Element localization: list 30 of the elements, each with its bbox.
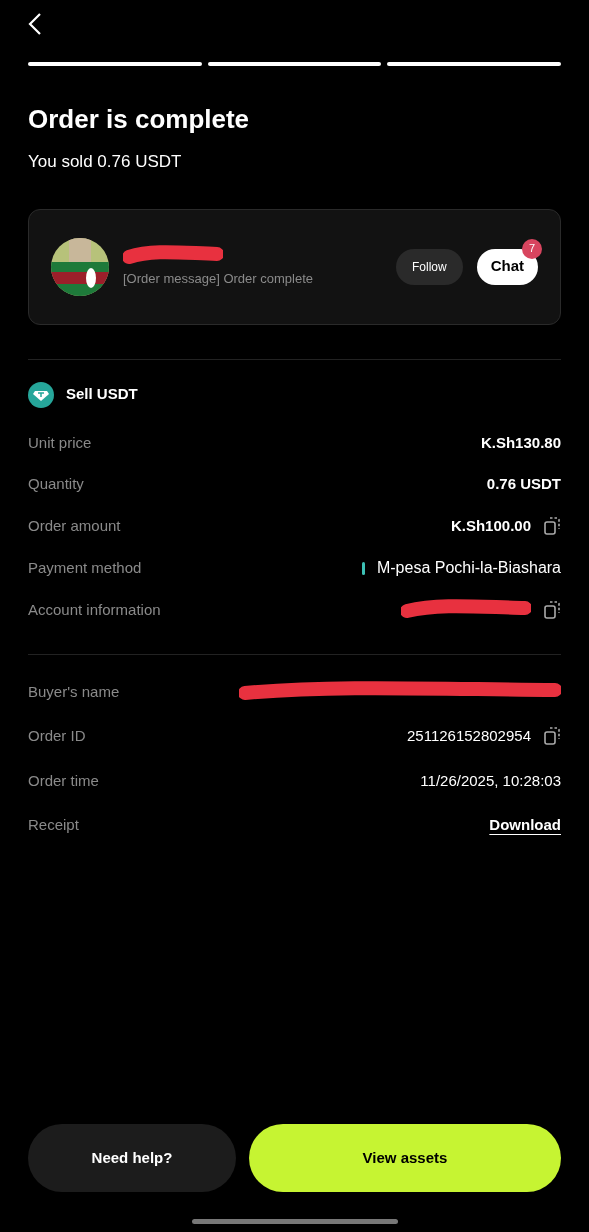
detail-label: Quantity — [28, 474, 84, 494]
back-icon[interactable] — [28, 12, 42, 36]
detail-label: Payment method — [28, 557, 142, 578]
page-title: Order is complete — [28, 103, 251, 136]
detail-label: Unit price — [28, 432, 92, 453]
notification-badge: 7 — [522, 238, 542, 259]
detail-value: 0.76 USDT — [486, 474, 561, 494]
detail-value: 11/26/2025, 10:28:03 — [420, 770, 561, 791]
help-button[interactable]: Need help? — [28, 1124, 236, 1192]
copy-icon[interactable] — [543, 600, 561, 621]
copy-icon[interactable] — [543, 726, 561, 747]
order-summary: You sold 0.76 USDT — [28, 151, 183, 173]
download-link[interactable]: Download — [489, 814, 561, 837]
detail-value: K.Sh100.00 — [450, 515, 531, 536]
view-assets-button[interactable]: View assets — [249, 1124, 561, 1192]
detail-label: Account information — [28, 600, 161, 620]
asset-label: Sell USDT — [66, 384, 138, 405]
copy-icon[interactable] — [543, 515, 561, 536]
detail-label: Order ID — [28, 726, 86, 746]
detail-label: Order time — [28, 770, 99, 791]
detail-label: Buyer's name — [28, 681, 120, 702]
detail-label: Receipt — [28, 815, 79, 835]
tether-icon — [28, 381, 54, 408]
detail-value: 251126152802954 — [406, 726, 531, 746]
order-message: [Order message] Order complete — [123, 269, 315, 288]
follow-button[interactable]: Follow — [395, 248, 463, 285]
detail-label: Order amount — [28, 515, 121, 536]
avatar — [51, 237, 109, 296]
detail-value: M-pesa Pochi-la-Biashara — [376, 558, 561, 578]
detail-value: K.Sh130.80 — [480, 432, 561, 453]
